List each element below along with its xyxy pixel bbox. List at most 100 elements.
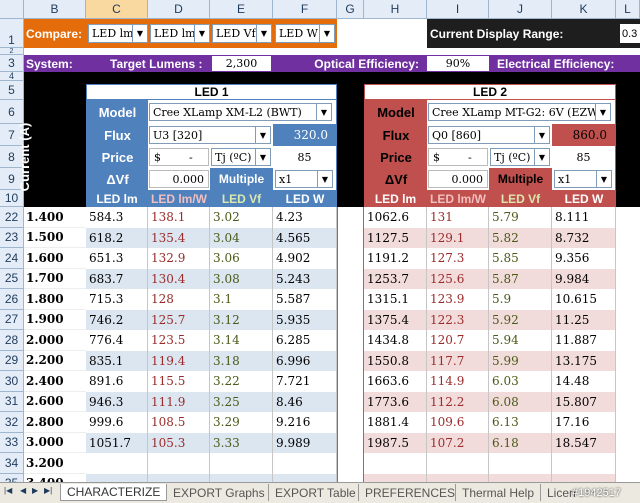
- chevron-down-icon[interactable]: ▼: [595, 104, 610, 120]
- tab-preferences[interactable]: PREFERENCES: [358, 484, 461, 501]
- led1-cell: [148, 453, 210, 474]
- led2-title: LED 2: [365, 85, 615, 100]
- tab-thermal-help[interactable]: Thermal Help: [455, 484, 540, 501]
- tab-scroll-prev-icon[interactable]: ◀: [20, 486, 26, 495]
- select-all-corner[interactable]: [0, 0, 24, 19]
- row-header[interactable]: 24: [0, 248, 24, 269]
- chevron-down-icon[interactable]: ▼: [317, 171, 332, 187]
- led2-flux-dropdown[interactable]: Q0 [860] ▼: [428, 126, 550, 144]
- row-header[interactable]: 2: [0, 48, 24, 55]
- led2-cell: 8.111: [552, 207, 616, 228]
- target-lumens-input[interactable]: 2,300: [212, 56, 271, 71]
- compare-dropdown-3[interactable]: LED Vf ▼: [212, 24, 272, 43]
- led1-cell: 128: [148, 289, 210, 310]
- led1-model-dropdown[interactable]: Cree XLamp XM-L2 (BWT) ▼: [149, 103, 332, 121]
- led2-price-input[interactable]: $ -: [428, 148, 488, 166]
- row-header[interactable]: 32: [0, 412, 24, 433]
- led1-cell: [273, 453, 337, 474]
- compare-dropdown-2[interactable]: LED lm/▼: [150, 24, 210, 43]
- tab-characterize[interactable]: CHARACTERIZE: [60, 484, 168, 501]
- tab-scroll-last-icon[interactable]: ▶|: [44, 486, 52, 495]
- led1-cell: 125.7: [148, 309, 210, 330]
- tab-scroll-first-icon[interactable]: |◀: [4, 486, 12, 495]
- led2-tj-input[interactable]: 85: [552, 148, 615, 166]
- current-display-range-input[interactable]: 0.3: [620, 24, 640, 43]
- led2-cell: 5.9: [489, 289, 552, 310]
- column-header-l[interactable]: L: [616, 0, 640, 19]
- current-display-range-label: Current Display Range:: [430, 26, 564, 41]
- led1-flux-dropdown[interactable]: U3 [320] ▼: [149, 126, 271, 144]
- led2-cell: 112.2: [427, 391, 489, 412]
- led2-cell: 122.3: [427, 309, 489, 330]
- row-header[interactable]: 4: [0, 72, 24, 81]
- led2-cell: 109.6: [427, 412, 489, 433]
- led1-cell: 3.18: [210, 350, 273, 371]
- led2-col-lmw: LED lm/W: [427, 190, 489, 207]
- row-header[interactable]: 28: [0, 330, 24, 351]
- led1-cell: 891.6: [86, 371, 148, 392]
- chevron-down-icon[interactable]: ▼: [132, 25, 147, 42]
- chevron-down-icon[interactable]: ▼: [194, 25, 209, 42]
- row-header[interactable]: 1: [0, 19, 24, 48]
- tab-export-graphs[interactable]: EXPORT Graphs: [166, 484, 271, 501]
- led2-cell: 1434.8: [364, 330, 427, 351]
- led2-cell: 13.175: [552, 350, 616, 371]
- row-header[interactable]: 31: [0, 391, 24, 412]
- chevron-down-icon[interactable]: ▼: [255, 149, 270, 165]
- row-header[interactable]: 29: [0, 350, 24, 371]
- column-header-j[interactable]: J: [489, 0, 552, 19]
- compare-dropdown-4[interactable]: LED W ▼: [275, 24, 335, 43]
- column-header-k[interactable]: K: [552, 0, 616, 19]
- row-header[interactable]: 25: [0, 268, 24, 289]
- led1-multiple-dropdown[interactable]: x1 ▼: [275, 170, 333, 188]
- led1-cell: 3.12: [210, 309, 273, 330]
- chevron-down-icon[interactable]: ▼: [596, 171, 611, 187]
- column-header-d[interactable]: D: [148, 0, 210, 19]
- row-header[interactable]: 30: [0, 371, 24, 392]
- led1-tj-dropdown[interactable]: Tj (ºC) ▼: [211, 148, 271, 166]
- led1-cell: 7.721: [273, 371, 337, 392]
- column-header-e[interactable]: E: [210, 0, 273, 19]
- row-header[interactable]: 34: [0, 453, 24, 474]
- led2-tj-dropdown[interactable]: Tj (ºC) ▼: [490, 148, 550, 166]
- led2-model-dropdown[interactable]: Cree XLamp MT-G2: 6V (EZW) ▼: [428, 103, 611, 121]
- row-header[interactable]: 23: [0, 227, 24, 248]
- led2-cell: 14.48: [552, 371, 616, 392]
- column-header-i[interactable]: I: [427, 0, 489, 19]
- chevron-down-icon[interactable]: ▼: [319, 25, 334, 42]
- led2-cell: 6.13: [489, 412, 552, 433]
- chevron-down-icon[interactable]: ▼: [256, 25, 271, 42]
- led1-tj-input[interactable]: 85: [273, 148, 336, 166]
- tab-scroll-next-icon[interactable]: ▶: [32, 486, 38, 495]
- led2-multiple-dropdown[interactable]: x1 ▼: [554, 170, 612, 188]
- row-header[interactable]: 26: [0, 289, 24, 310]
- current-value: 2.200: [24, 351, 86, 371]
- optical-efficiency-input[interactable]: 90%: [427, 56, 489, 71]
- led1-price-input[interactable]: $ -: [149, 148, 209, 166]
- led1-dvf-input[interactable]: 0.000: [149, 170, 209, 188]
- column-header-c[interactable]: C: [86, 0, 148, 19]
- led2-multiple-value: x1: [558, 172, 572, 186]
- led2-dvf-input[interactable]: 0.000: [428, 170, 488, 188]
- row-header[interactable]: 22: [0, 207, 24, 228]
- chevron-down-icon[interactable]: ▼: [534, 127, 549, 143]
- compare-dropdown-1[interactable]: LED lm ▼: [88, 24, 148, 43]
- led2-cell: 123.9: [427, 289, 489, 310]
- led1-flux-value: 320.0: [273, 124, 336, 146]
- led2-cell: 1062.6: [364, 207, 427, 228]
- column-header-b[interactable]: B: [24, 0, 86, 19]
- row-header[interactable]: 27: [0, 309, 24, 330]
- chevron-down-icon[interactable]: ▼: [255, 127, 270, 143]
- led2-tj-label: Tj (ºC): [494, 150, 531, 164]
- row-header[interactable]: 33: [0, 432, 24, 453]
- chevron-down-icon[interactable]: ▼: [316, 104, 331, 120]
- led1-cell: 4.565: [273, 227, 337, 248]
- column-header-g[interactable]: G: [337, 0, 364, 19]
- row-header[interactable]: 3: [0, 55, 24, 72]
- column-header-h[interactable]: H: [364, 0, 427, 19]
- tab-export-table[interactable]: EXPORT Table: [268, 484, 362, 501]
- column-header-f[interactable]: F: [273, 0, 337, 19]
- led2-cell: 125.6: [427, 268, 489, 289]
- compare-dropdown-1-value: LED lm: [92, 27, 134, 40]
- chevron-down-icon[interactable]: ▼: [534, 149, 549, 165]
